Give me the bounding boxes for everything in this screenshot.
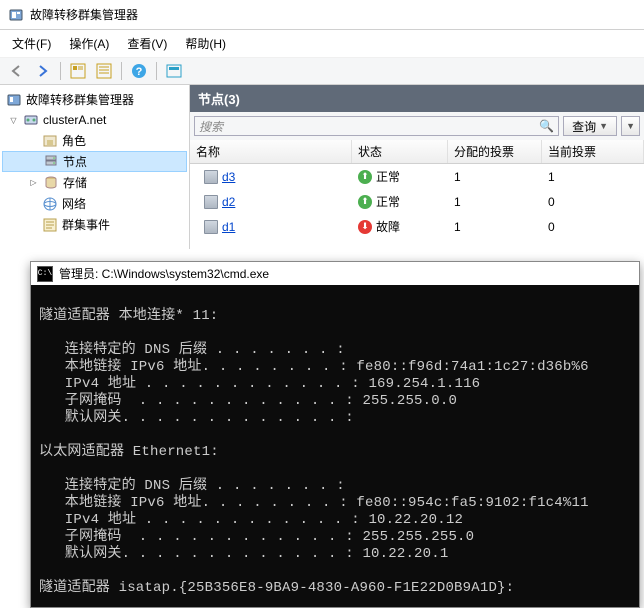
- cell-name[interactable]: d2: [190, 194, 352, 210]
- chevron-down-icon: ▼: [626, 121, 635, 131]
- tree-network[interactable]: 网络: [2, 193, 187, 214]
- expander-icon[interactable]: ▷: [28, 177, 39, 188]
- cmd-title-bar[interactable]: C:\ 管理员: C:\Windows\system32\cmd.exe: [31, 262, 639, 285]
- table-body: d3⬆正常11d2⬆正常10d1⬇故障10: [190, 164, 644, 239]
- tree-nodes[interactable]: 节点: [2, 151, 187, 172]
- nav-back-button[interactable]: [6, 61, 28, 81]
- col-vote2[interactable]: 当前投票: [542, 140, 644, 163]
- storage-icon: [43, 175, 59, 191]
- search-input[interactable]: 搜索 🔍: [194, 116, 559, 136]
- status-up-icon: ⬆: [358, 170, 372, 184]
- cmd-icon: C:\: [37, 266, 53, 282]
- main-pane: 故障转移群集管理器 ▽ clusterA.net 角色 节点 ▷ 存储 网络 群…: [0, 85, 644, 249]
- toolbar-separator: [60, 62, 61, 80]
- cell-vote1: 1: [448, 219, 542, 235]
- toolbar-detail-button[interactable]: [67, 61, 89, 81]
- status-label: 正常: [376, 193, 400, 210]
- tree-pane: 故障转移群集管理器 ▽ clusterA.net 角色 节点 ▷ 存储 网络 群…: [0, 85, 190, 249]
- window-title: 故障转移群集管理器: [30, 6, 138, 23]
- search-placeholder: 搜索: [199, 118, 223, 135]
- roles-icon: [42, 133, 58, 149]
- col-status[interactable]: 状态: [352, 140, 448, 163]
- cell-vote1: 1: [448, 194, 542, 210]
- tree-network-label: 网络: [62, 195, 86, 212]
- status-label: 正常: [376, 168, 400, 185]
- cell-status: ⬇ 故障: [352, 217, 448, 236]
- col-name[interactable]: 名称: [190, 140, 352, 163]
- nodes-icon: [43, 154, 59, 170]
- network-icon: [42, 196, 58, 212]
- toolbar-preview-button[interactable]: [163, 61, 185, 81]
- cell-vote2: 1: [542, 169, 644, 185]
- cell-vote2: 0: [542, 219, 644, 235]
- section-header: 节点(3): [190, 85, 644, 112]
- query-button-label: 查询: [572, 118, 596, 135]
- cell-name[interactable]: d1: [190, 219, 352, 235]
- tree-events[interactable]: 群集事件: [2, 214, 187, 235]
- node-name-label: d2: [222, 195, 235, 209]
- col-vote1[interactable]: 分配的投票: [448, 140, 542, 163]
- cmd-title: 管理员: C:\Windows\system32\cmd.exe: [59, 265, 269, 282]
- status-down-icon: ⬇: [358, 220, 372, 234]
- content-pane: 节点(3) 搜索 🔍 查询 ▼ ▼ 名称 状态 分配的投票 当前投票 d3 ⬆ 正常…: [190, 85, 644, 249]
- tree-cluster-label: clusterA.net: [43, 113, 106, 127]
- help-button[interactable]: ?: [128, 61, 150, 81]
- status-up-icon: ⬆: [358, 195, 372, 209]
- server-icon: [204, 170, 218, 184]
- tree-root-label: 故障转移群集管理器: [26, 91, 134, 108]
- tree-events-label: 群集事件: [62, 216, 110, 233]
- menu-view[interactable]: 查看(V): [119, 32, 175, 55]
- query-button[interactable]: 查询 ▼: [563, 116, 617, 136]
- node-name-label: d3: [222, 170, 235, 184]
- toolbar-list-button[interactable]: [93, 61, 115, 81]
- status-label: 故障: [376, 218, 400, 235]
- app-icon: [8, 7, 24, 23]
- table-row[interactable]: d1 ⬇ 故障 10: [190, 214, 644, 239]
- table-header: 名称 状态 分配的投票 当前投票: [190, 140, 644, 164]
- tree-storage[interactable]: ▷ 存储: [2, 172, 187, 193]
- table-row[interactable]: d2 ⬆ 正常 10: [190, 189, 644, 214]
- search-icon[interactable]: 🔍: [539, 119, 554, 133]
- tree-cluster[interactable]: ▽ clusterA.net: [2, 110, 187, 130]
- toolbar-separator: [156, 62, 157, 80]
- tree-roles-label: 角色: [62, 132, 86, 149]
- menubar: 文件(F) 操作(A) 查看(V) 帮助(H): [0, 30, 644, 57]
- chevron-down-icon: ▼: [599, 121, 608, 131]
- expander-icon[interactable]: ▽: [8, 115, 19, 126]
- window-title-bar: 故障转移群集管理器: [0, 0, 644, 30]
- menu-help[interactable]: 帮助(H): [177, 32, 234, 55]
- table-row[interactable]: d3 ⬆ 正常 11: [190, 164, 644, 189]
- nav-forward-button[interactable]: [32, 61, 54, 81]
- cmd-window: C:\ 管理员: C:\Windows\system32\cmd.exe 隧道适…: [30, 261, 640, 608]
- cluster-manager-icon: [6, 92, 22, 108]
- menu-action[interactable]: 操作(A): [61, 32, 117, 55]
- server-icon: [204, 220, 218, 234]
- tree-root[interactable]: 故障转移群集管理器: [2, 89, 187, 110]
- events-icon: [42, 217, 58, 233]
- toolbar-separator: [121, 62, 122, 80]
- tree-roles[interactable]: 角色: [2, 130, 187, 151]
- cell-status: ⬆ 正常: [352, 167, 448, 186]
- cluster-icon: [23, 112, 39, 128]
- cell-vote1: 1: [448, 169, 542, 185]
- svg-text:?: ?: [136, 66, 143, 78]
- tree-nodes-label: 节点: [63, 153, 87, 170]
- cell-status: ⬆ 正常: [352, 192, 448, 211]
- server-icon: [204, 195, 218, 209]
- tree-storage-label: 存储: [63, 174, 87, 191]
- toolbar: ?: [0, 57, 644, 85]
- cell-vote2: 0: [542, 194, 644, 210]
- menu-file[interactable]: 文件(F): [4, 32, 59, 55]
- dropdown-button[interactable]: ▼: [621, 116, 640, 136]
- node-name-label: d1: [222, 220, 235, 234]
- cmd-output[interactable]: 隧道适配器 本地连接* 11: 连接特定的 DNS 后缀 . . . . . .…: [31, 285, 639, 607]
- search-row: 搜索 🔍 查询 ▼ ▼: [190, 112, 644, 140]
- cell-name[interactable]: d3: [190, 169, 352, 185]
